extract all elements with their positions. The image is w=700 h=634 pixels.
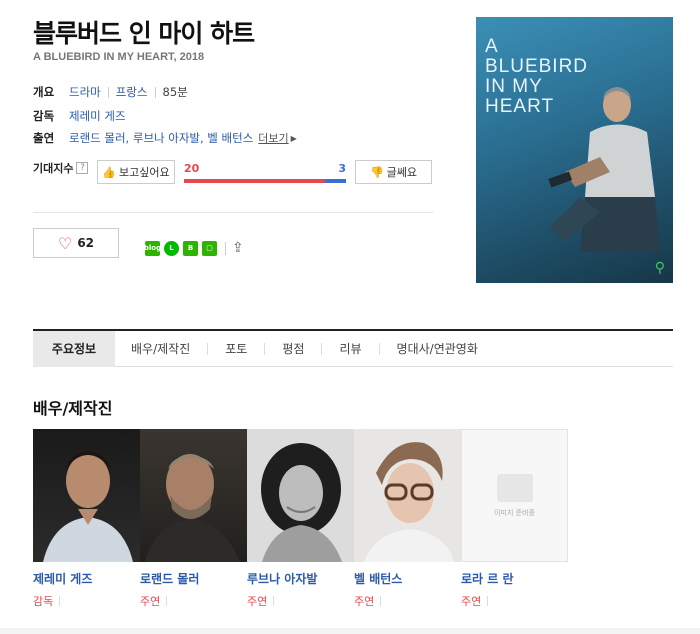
cast-card[interactable]: 이미지 준비중 로라 르 란 주연 [461,429,568,609]
cast-role: 주연 [461,593,568,609]
divider [380,596,382,606]
want-count: 20 [184,162,200,175]
cast-card[interactable]: 벨 배턴스 주연 [354,429,461,609]
want-label: 보고싶어요 [119,166,170,179]
cast-links[interactable]: 로랜드 몰러, 루브나 아자발, 벨 배턴스 [69,130,253,146]
divider [154,86,156,98]
poster-figure-illustration [548,87,660,252]
divider [273,596,275,606]
cast-name[interactable]: 제레미 게즈 [33,570,140,587]
portrait-illustration [364,442,454,562]
cast-name[interactable]: 루브나 아자발 [247,570,354,587]
cast-photo[interactable] [354,429,461,562]
divider [166,596,168,606]
divider [207,342,209,355]
portrait-illustration [145,454,240,562]
gauge-fill [184,179,325,183]
image-placeholder-icon [496,473,533,502]
cast-list: 제레미 게즈 감독 로랜드 몰러 주연 루브나 아자발 주연 벨 배턴스 주연 … [33,429,568,609]
footer-divider [0,628,700,634]
thumbs-down-icon: 👎 [369,165,384,179]
divider [107,86,109,98]
expectation-gauge: 20 3 [184,162,346,184]
cast-role: 주연 [140,593,247,609]
overview-row: 개요 드라마 프랑스 85분 [33,84,188,100]
thumbs-up-icon: 👍 [102,165,117,179]
cast-card[interactable]: 로랜드 몰러 주연 [140,429,247,609]
tab-rating[interactable]: 평점 [282,331,304,367]
role-text: 주연 [140,595,161,608]
cast-row: 출연 로랜드 몰러, 루브나 아자발, 벨 배턴스 더보기 ▶ [33,130,297,146]
cast-card[interactable]: 루브나 아자발 주연 [247,429,354,609]
cast-photo[interactable] [33,429,140,562]
movie-english-title: A BLUEBIRD IN MY HEART, 2018 [33,51,205,63]
meh-label: 글쎄요 [386,166,418,179]
role-text: 주연 [461,595,482,608]
more-link[interactable]: 더보기 [258,130,288,146]
gauge-bar [184,179,346,183]
country-link[interactable]: 프랑스 [116,84,148,100]
meh-count: 3 [338,162,346,175]
divider [321,342,323,355]
band-icon[interactable]: B [183,240,198,256]
cast-name[interactable]: 벨 배턴스 [354,570,461,587]
genre-link[interactable]: 드라마 [69,84,101,100]
poster-title-line: A [485,36,499,57]
director-label: 감독 [33,109,55,123]
movie-title: 블루버드 인 마이 하트 [33,19,255,48]
share-icon[interactable]: ⇪ [232,240,244,256]
portrait-illustration [261,443,342,562]
want-to-see-button[interactable]: 👍 보고싶어요 [97,160,175,184]
cast-card[interactable]: 제레미 게즈 감독 [33,429,140,609]
tab-bar: 주요정보 배우/제작진 포토 평점 리뷰 명대사/연관영화 [33,329,673,367]
cast-section-title: 배우/제작진 [33,399,113,418]
heart-icon: ♡ [57,233,73,253]
no-image-placeholder[interactable]: 이미지 준비중 [461,429,568,562]
cast-name[interactable]: 로라 르 란 [461,570,568,587]
chevron-right-icon: ▶ [290,133,297,143]
portrait-illustration [43,451,133,562]
role-text: 주연 [247,595,268,608]
divider [264,342,266,355]
no-image-text: 이미지 준비중 [494,508,535,517]
divider [225,241,226,255]
blog-icon[interactable]: blog [144,240,161,256]
tab-cast-crew[interactable]: 배우/제작진 [131,331,190,367]
poster-title-line: BLUEBIRD [485,56,589,77]
cast-role: 감독 [33,593,140,609]
tab-quotes-related[interactable]: 명대사/연관영화 [397,331,478,367]
divider [33,212,433,213]
expectation-label: 기대지수 [33,162,74,175]
role-text: 감독 [33,595,54,608]
meh-button[interactable]: 👎 글쎄요 [355,160,432,184]
share-bar: blog L B ▢ ⇪ [144,240,244,256]
cast-label: 출연 [33,131,55,145]
divider [378,342,380,355]
cast-role: 주연 [247,593,354,609]
director-row: 감독 제레미 게즈 [33,108,126,124]
director-link[interactable]: 제레미 게즈 [69,108,126,124]
divider [59,596,61,606]
cast-role: 주연 [354,593,461,609]
cast-photo[interactable] [247,429,354,562]
like-button[interactable]: ♡ 62 [33,228,119,258]
role-text: 주연 [354,595,375,608]
like-count: 62 [77,236,95,250]
cast-name[interactable]: 로랜드 몰러 [140,570,247,587]
divider [487,596,489,606]
help-icon[interactable]: ? [76,162,89,174]
expectation-label-group: 기대지수 ? [33,160,89,176]
movie-poster[interactable]: A BLUEBIRD IN MY HEART ⚲ [476,17,673,283]
zoom-icon[interactable]: ⚲ [655,260,665,276]
tab-review[interactable]: 리뷰 [339,331,361,367]
tab-photo[interactable]: 포토 [225,331,247,367]
overview-label: 개요 [33,85,55,99]
kakao-icon[interactable]: ▢ [202,240,217,256]
runtime: 85분 [162,85,188,99]
tab-main-info[interactable]: 주요정보 [33,330,115,367]
line-icon[interactable]: L [164,240,179,256]
cast-photo[interactable] [140,429,247,562]
